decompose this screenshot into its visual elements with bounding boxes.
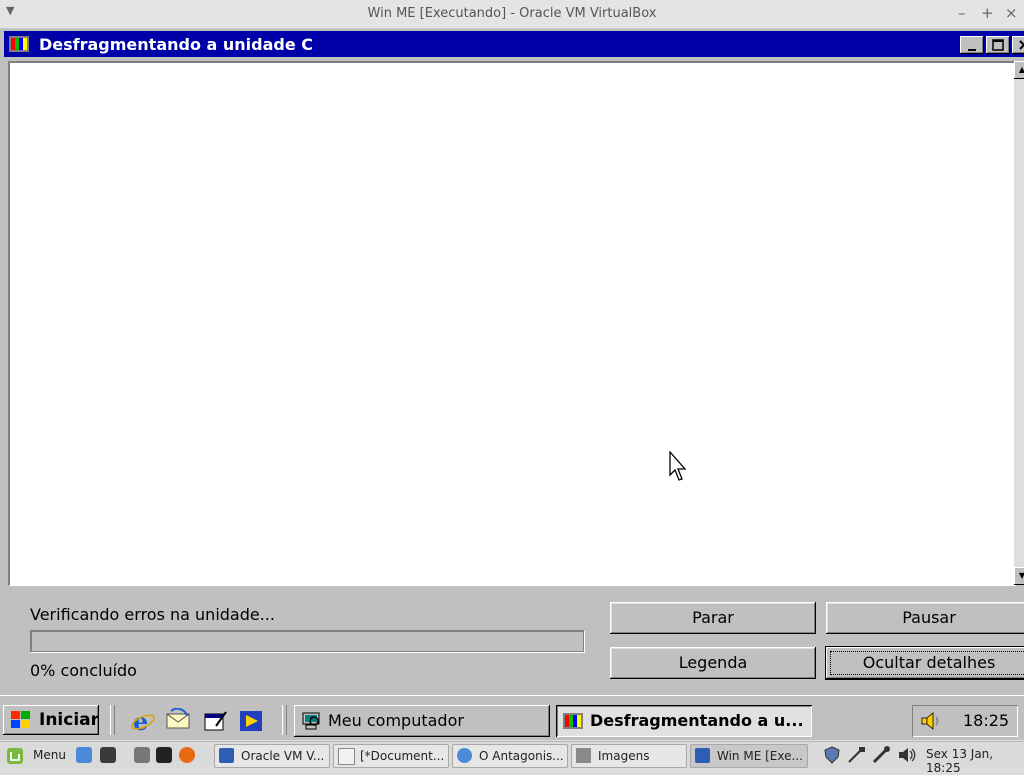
- host-panel: Menu Oracle VM V... [*Document... O Anta…: [0, 741, 1024, 775]
- shield-icon[interactable]: [823, 746, 841, 764]
- host-datetime[interactable]: Sex 13 Jan, 18:25: [926, 747, 1024, 775]
- host-maximize-button[interactable]: +: [981, 4, 994, 22]
- close-button[interactable]: [1012, 36, 1024, 54]
- host-task-label: Oracle VM V...: [241, 749, 325, 763]
- task-my-computer[interactable]: Meu computador: [294, 705, 550, 737]
- defrag-titlebar[interactable]: Desfragmentando a unidade C: [4, 31, 1024, 57]
- minimize-icon: [968, 49, 976, 51]
- host-minimize-button[interactable]: –: [958, 4, 966, 22]
- clock[interactable]: 18:25: [963, 705, 1009, 737]
- percent-complete-label: 0% concluído: [30, 661, 137, 680]
- outlook-express-icon[interactable]: [165, 708, 191, 734]
- text-editor-icon: [338, 748, 355, 765]
- show-desktop-icon[interactable]: [202, 708, 228, 734]
- toolbar-grip[interactable]: [110, 705, 115, 735]
- hide-details-button[interactable]: Ocultar detalhes: [826, 647, 1024, 679]
- host-task-label: Win ME [Exe...: [717, 749, 803, 763]
- legend-button-label: Legenda: [678, 653, 748, 672]
- host-task-label: [*Document...: [360, 749, 445, 763]
- pause-button[interactable]: Pausar: [826, 602, 1024, 634]
- task-label: Meu computador: [328, 711, 464, 730]
- task-label: Desfragmentando a u...: [590, 711, 804, 730]
- chrome-icon: [457, 748, 472, 763]
- host-task-virtualbox[interactable]: Oracle VM V...: [214, 744, 330, 768]
- host-task-winme[interactable]: Win ME [Exe...: [690, 744, 808, 768]
- system-tray: 18:25: [912, 705, 1018, 737]
- show-desktop-icon[interactable]: [76, 747, 92, 763]
- start-button[interactable]: Iniciar: [3, 705, 99, 735]
- virtualbox-icon: [695, 748, 710, 763]
- terminal-launcher-icon[interactable]: [100, 747, 116, 763]
- guest-screen: Desfragmentando a unidade C ▲ ▼ Verifica…: [0, 29, 1024, 740]
- maximize-icon: [992, 39, 1004, 51]
- host-task-document[interactable]: [*Document...: [333, 744, 449, 768]
- host-window-title: Win ME [Executando] - Oracle VM VirtualB…: [367, 6, 657, 21]
- pause-button-label: Pausar: [902, 608, 956, 627]
- volume-icon[interactable]: [920, 711, 946, 731]
- defrag-window: Desfragmentando a unidade C ▲ ▼ Verifica…: [4, 29, 1024, 695]
- stop-button-label: Parar: [692, 608, 734, 627]
- stop-button[interactable]: Parar: [610, 602, 816, 634]
- network-icon[interactable]: [847, 746, 867, 764]
- folder-icon: [576, 748, 591, 763]
- terminal-icon[interactable]: [156, 747, 172, 763]
- close-icon: [1019, 40, 1024, 50]
- windows-logo-icon: [11, 711, 30, 728]
- file-manager-launcher-icon[interactable]: [134, 747, 150, 763]
- media-player-icon[interactable]: [238, 708, 264, 734]
- defrag-window-title: Desfragmentando a unidade C: [39, 35, 314, 54]
- host-window-titlebar: ▼ Win ME [Executando] - Oracle VM Virtua…: [0, 0, 1024, 29]
- virtualbox-icon: [219, 748, 234, 763]
- minimize-button[interactable]: [960, 36, 984, 54]
- my-computer-icon: [302, 712, 320, 730]
- scroll-down-button[interactable]: ▼: [1014, 567, 1024, 585]
- host-task-images[interactable]: Imagens: [571, 744, 687, 768]
- host-menu-button[interactable]: Menu: [6, 745, 68, 767]
- status-text: Verificando erros na unidade...: [30, 605, 275, 624]
- mint-logo-icon: [7, 748, 23, 764]
- maximize-button[interactable]: [986, 36, 1010, 54]
- drive-cluster-map: [8, 61, 1016, 586]
- start-label: Iniciar: [39, 710, 100, 730]
- guest-taskbar: Iniciar e Meu computador Desfragmentando…: [0, 695, 1024, 740]
- host-menu-label: Menu: [33, 748, 66, 762]
- scroll-up-button[interactable]: ▲: [1014, 61, 1024, 79]
- host-task-label: Imagens: [598, 749, 650, 763]
- toolbar-grip[interactable]: [282, 705, 287, 735]
- defrag-icon: [563, 713, 583, 729]
- host-task-label: O Antagonis...: [479, 749, 564, 763]
- host-close-button[interactable]: ×: [1005, 4, 1018, 22]
- vertical-scrollbar[interactable]: ▲ ▼: [1014, 61, 1024, 585]
- task-defrag[interactable]: Desfragmentando a u...: [556, 705, 812, 737]
- defrag-icon: [9, 36, 29, 52]
- mouse-cursor-icon: [669, 451, 687, 481]
- firefox-icon[interactable]: [179, 747, 195, 763]
- progress-bar: [30, 630, 584, 652]
- microphone-icon[interactable]: [872, 746, 892, 764]
- volume-icon[interactable]: [897, 746, 917, 764]
- legend-button[interactable]: Legenda: [610, 647, 816, 679]
- internet-explorer-icon[interactable]: e: [130, 708, 156, 734]
- host-task-chrome[interactable]: O Antagonis...: [452, 744, 568, 768]
- hide-details-button-label: Ocultar detalhes: [862, 653, 996, 672]
